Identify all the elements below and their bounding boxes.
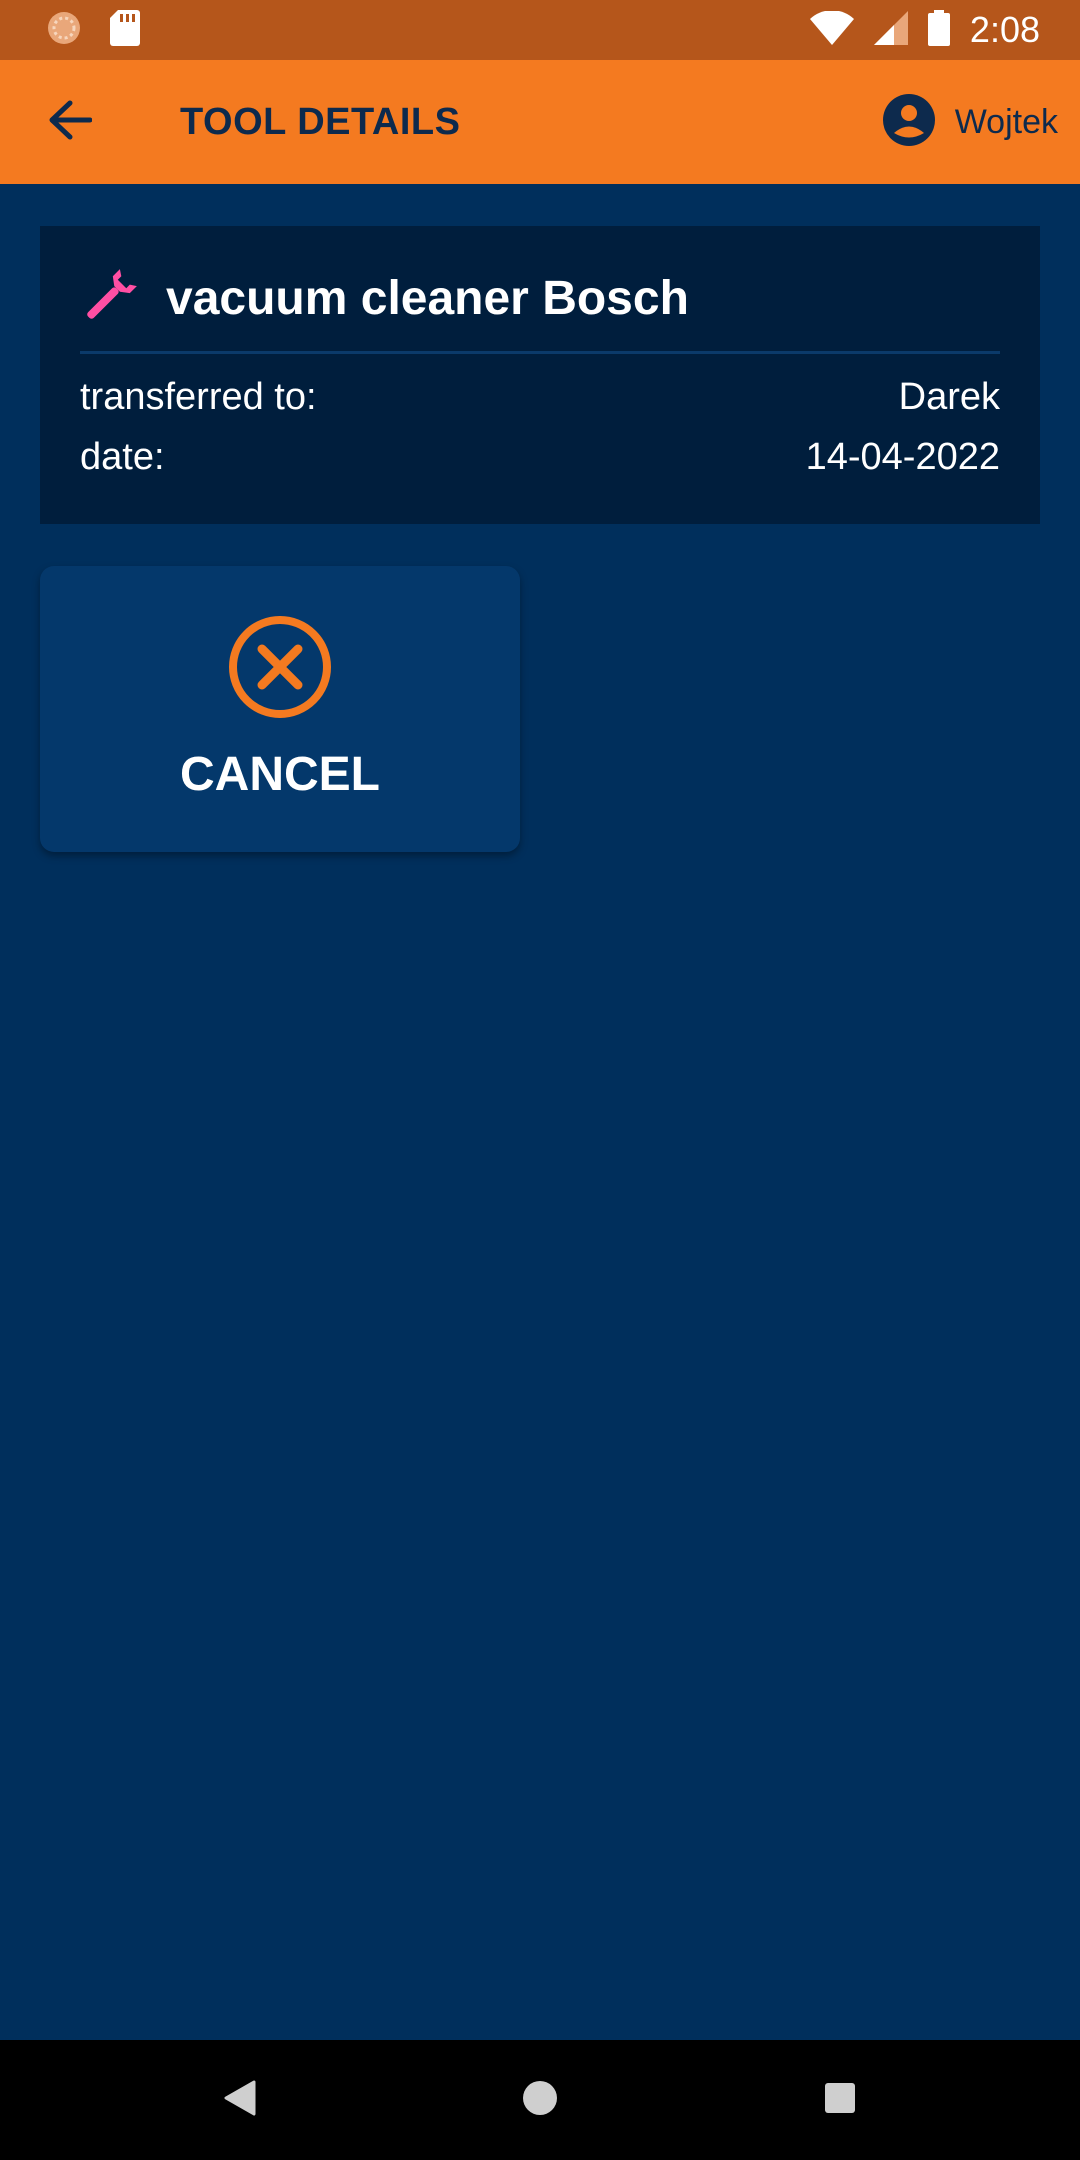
nav-recents-button[interactable] (810, 2070, 870, 2130)
info-value: Darek (898, 376, 1000, 418)
home-circle-icon (522, 2080, 558, 2121)
status-left (46, 9, 140, 51)
system-nav-bar (0, 2040, 1080, 2160)
info-label: date: (80, 436, 165, 478)
recents-square-icon (824, 2082, 856, 2119)
user-menu-button[interactable]: Wojtek (882, 93, 1058, 151)
nav-back-button[interactable] (210, 2070, 270, 2130)
cancel-button[interactable]: CANCEL (40, 566, 520, 852)
info-row-date: date: 14-04-2022 (80, 436, 1000, 479)
wrench-icon (80, 266, 140, 331)
cell-signal-icon (873, 10, 908, 50)
info-row-transferred-to: transferred to: Darek (80, 376, 1000, 419)
user-name: Wojtek (954, 102, 1058, 141)
tool-name: vacuum cleaner Bosch (166, 272, 689, 325)
sd-card-icon (110, 9, 140, 51)
back-triangle-icon (224, 2080, 256, 2121)
info-value: 14-04-2022 (805, 436, 1000, 478)
cancel-circle-icon (227, 614, 333, 725)
wifi-icon (809, 9, 854, 50)
account-circle-icon (882, 93, 935, 151)
divider (80, 351, 1000, 354)
screen: 2:08 TOOL DETAILS Wojtek vacuum cleaner … (0, 0, 1080, 2160)
cancel-label: CANCEL (180, 748, 380, 801)
app-bar: TOOL DETAILS Wojtek (0, 60, 1080, 184)
tool-details-card: vacuum cleaner Bosch transferred to: Dar… (40, 226, 1040, 524)
arrow-left-icon (48, 100, 93, 145)
status-bar: 2:08 (0, 0, 1080, 60)
info-label: transferred to: (80, 376, 317, 418)
page-title: TOOL DETAILS (180, 100, 461, 143)
status-time: 2:08 (969, 9, 1040, 50)
back-button[interactable] (30, 82, 110, 162)
status-right: 2:08 (809, 9, 1040, 51)
loading-indicator-icon (46, 10, 82, 51)
battery-icon (927, 9, 950, 51)
nav-home-button[interactable] (510, 2070, 570, 2130)
tool-header: vacuum cleaner Bosch (80, 266, 689, 331)
